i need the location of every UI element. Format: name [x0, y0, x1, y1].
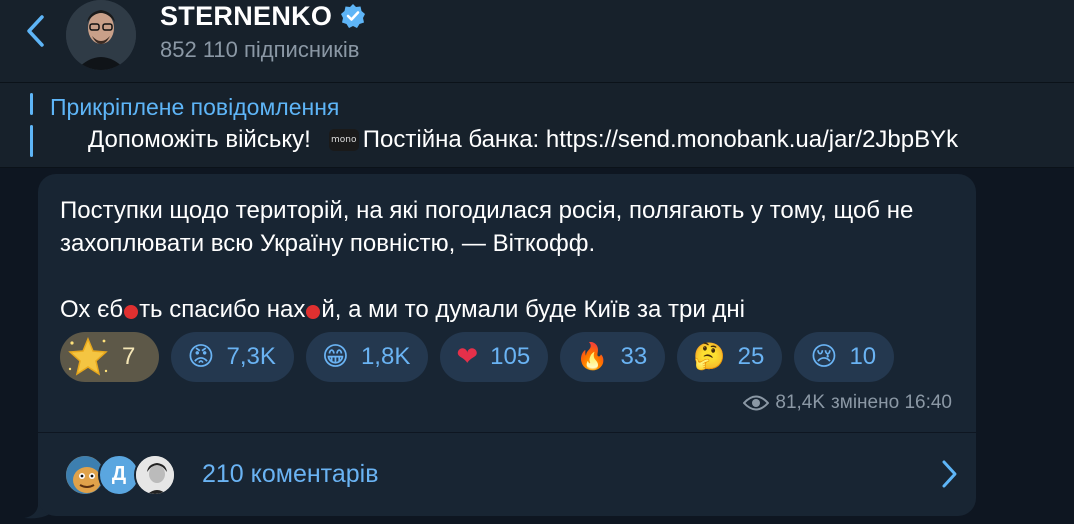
- thinking-face-icon: 🤔: [693, 342, 726, 372]
- reactions-row: 7 😡 7,3K 😁 1,8K ❤ 105 🔥 33 🤔 25 😢 10: [60, 332, 895, 382]
- reaction-count: 33: [620, 343, 648, 370]
- eye-icon: [743, 395, 770, 411]
- reaction-count: 7: [122, 343, 136, 370]
- grin-face-icon: 😁: [321, 342, 349, 372]
- message-bubble: Поступки щодо територій, на які погодила…: [38, 174, 976, 516]
- spoiler-mark[interactable]: [124, 305, 139, 319]
- pinned-indicator: [30, 125, 33, 157]
- channel-header: STERNENKO 852 110 підписників: [0, 0, 1074, 83]
- message-text-part: й, а ми то думали буде Київ за три дні: [321, 296, 746, 323]
- spoiler-mark[interactable]: [306, 305, 321, 319]
- back-chevron-icon: [27, 15, 44, 47]
- message-paragraph: Поступки щодо територій, на які погодила…: [60, 197, 914, 257]
- message-text-part: Ох єб: [60, 296, 124, 323]
- message-text: Поступки щодо територій, на які погодила…: [60, 194, 960, 326]
- fire-icon: 🔥: [576, 342, 609, 372]
- channel-avatar[interactable]: [66, 0, 136, 70]
- subscriber-count: 852 110 підписників: [160, 37, 360, 62]
- reaction-count: 7,3K: [226, 343, 276, 370]
- message-text-part: ть спасибо нах: [139, 296, 306, 323]
- reaction-grin[interactable]: 😁 1,8K: [305, 332, 429, 382]
- reaction-count: 25: [737, 343, 765, 370]
- reaction-heart[interactable]: ❤ 105: [440, 332, 549, 382]
- comments-count: 210 коментарів: [202, 460, 379, 488]
- pinned-text-prefix: Допоможіть війську!: [88, 126, 311, 153]
- channel-name: STERNENKO: [160, 1, 333, 31]
- reaction-star[interactable]: 7: [60, 332, 160, 382]
- edited-time: змінено 16:40: [831, 392, 952, 413]
- verified-badge-icon: [341, 4, 366, 28]
- message-paragraph: Ох єб ть спасибо нах й, а ми то думали буд…: [60, 293, 960, 326]
- pinned-text-suffix: Постійна банка: https://send.monobank.ua…: [362, 126, 959, 153]
- avatar: [134, 453, 176, 496]
- reaction-crying[interactable]: 😢 10: [794, 332, 895, 382]
- message-meta: 81,4K змінено 16:40: [743, 392, 952, 414]
- pinned-indicator: [30, 93, 33, 115]
- reaction-count: 10: [849, 343, 877, 370]
- reaction-fire[interactable]: 🔥 33: [560, 332, 666, 382]
- reaction-count: 1,8K: [360, 343, 411, 370]
- back-button[interactable]: [18, 14, 52, 48]
- comments-button[interactable]: Д 210 коментарів: [38, 433, 976, 516]
- monobank-icon: mono: [328, 129, 359, 151]
- star-icon: [66, 335, 110, 379]
- pinned-message-bar[interactable]: Прикріплене повідомлення Допоможіть війс…: [0, 83, 1074, 168]
- reaction-count: 105: [490, 343, 531, 370]
- angry-face-icon: 😡: [187, 342, 215, 372]
- reaction-thinking[interactable]: 🤔 25: [677, 332, 783, 382]
- pinned-text: Допоможіть війську! mono Постійна банка:…: [88, 125, 958, 155]
- chevron-right-icon: [942, 460, 957, 488]
- commenter-avatars: Д: [64, 450, 194, 500]
- channel-title[interactable]: STERNENKO: [160, 0, 366, 32]
- crying-face-icon: 😢: [810, 342, 838, 372]
- reaction-angry[interactable]: 😡 7,3K: [171, 332, 294, 382]
- view-count: 81,4K: [775, 392, 826, 413]
- heart-icon: ❤: [456, 342, 479, 372]
- pinned-title: Прикріплене повідомлення: [50, 94, 340, 120]
